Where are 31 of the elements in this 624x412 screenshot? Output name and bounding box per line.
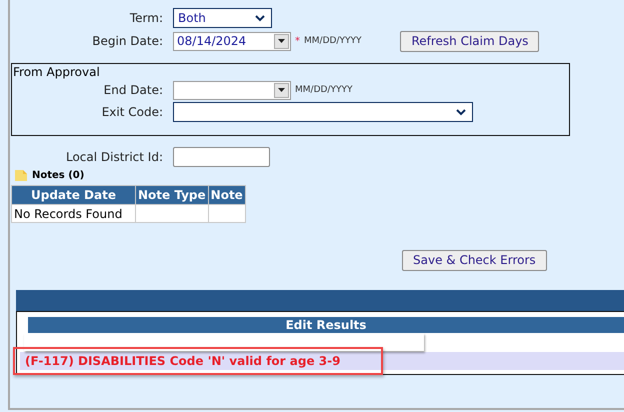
table-cell: No Records Found: [12, 204, 136, 222]
field-label: Local District Id:: [64, 150, 164, 164]
results-header: Edit Results: [28, 317, 624, 333]
error-message: (F-117) DISABILITIES Code 'N' valid for age 3-9: [25, 354, 340, 368]
refresh-claim-days-button[interactable]: Refresh Claim Days: [400, 30, 540, 52]
caret-icon: [278, 39, 285, 43]
column-header: Note Type: [136, 186, 208, 204]
field-label: Begin Date:: [91, 34, 164, 48]
column-header: Note: [208, 186, 246, 204]
dropdown-button[interactable]: [274, 34, 289, 48]
table-cell: [208, 204, 246, 222]
exit-code-select[interactable]: [173, 102, 473, 122]
save-check-errors-button[interactable]: Save & Check Errors: [402, 250, 547, 270]
date-field[interactable]: 08/14/2024: [173, 32, 291, 50]
local-district-id-field[interactable]: [173, 147, 270, 167]
field-label: Exit Code:: [100, 105, 164, 119]
field-label: End Date:: [102, 83, 164, 97]
required-mark: *: [295, 36, 300, 46]
chevron-down-icon: [255, 14, 265, 22]
term-select[interactable]: Both: [173, 8, 272, 28]
date-format-hint: MM/DD/YYYY: [295, 85, 352, 95]
group-legend: From Approval: [12, 65, 569, 79]
caret-icon: [278, 88, 285, 92]
field-label: Term:: [128, 11, 164, 25]
note-icon: [14, 168, 28, 182]
date-format-hint: MM/DD/YYYY: [304, 36, 362, 46]
date-field[interactable]: [173, 80, 291, 100]
notes-title: Notes (0): [32, 170, 84, 180]
dropdown-button[interactable]: [274, 82, 289, 98]
column-header: Update Date: [12, 186, 136, 204]
chevron-down-icon: [456, 108, 466, 116]
